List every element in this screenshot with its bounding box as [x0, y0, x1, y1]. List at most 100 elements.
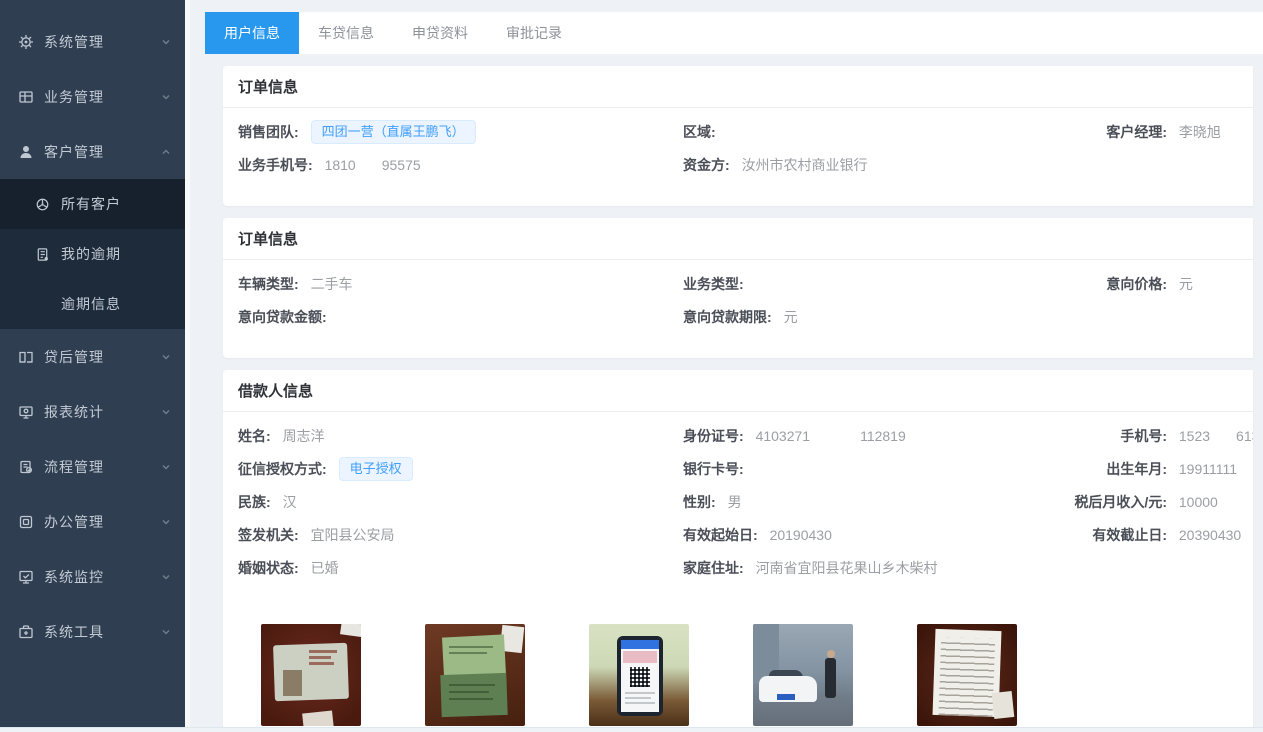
chevron-down-icon — [161, 34, 171, 50]
field-intended-loan-amount: 意向贷款金额: — [238, 301, 683, 334]
sidebar-item-customer-management[interactable]: 客户管理 — [0, 124, 185, 179]
grid-icon — [18, 89, 34, 105]
field-label: 意向价格: — [1071, 268, 1167, 301]
field-value: 汉 — [283, 494, 297, 510]
field-valid-until: 有效截止日: 20390430 — [1071, 519, 1253, 552]
sidebar-item-label: 客户管理 — [44, 142, 161, 162]
office-box-icon — [18, 514, 34, 530]
field-mobile-number: 手机号: 15236137 — [1071, 420, 1253, 453]
field-vehicle-type: 车辆类型: 二手车 — [238, 268, 683, 301]
field-value: 周志洋 — [283, 428, 325, 444]
field-credit-auth-method: 征信授权方式: 电子授权 — [238, 453, 683, 486]
user-icon — [18, 144, 34, 160]
sidebar-item-label: 系统工具 — [44, 622, 161, 642]
field-value: 20390430 — [1179, 527, 1241, 543]
sidebar-item-label: 报表统计 — [44, 402, 161, 422]
field-label: 业务手机号: — [238, 157, 313, 173]
sidebar-item-all-customers[interactable]: 所有客户 — [0, 179, 185, 229]
sidebar-item-system-management[interactable]: 系统管理 — [0, 14, 185, 69]
field-label: 意向贷款金额: — [238, 309, 327, 325]
field-value: 19911111 — [1179, 461, 1237, 477]
sidebar-item-overdue-info[interactable]: 逾期信息 — [0, 279, 185, 329]
field-value-redacted: 181095575 — [325, 157, 421, 173]
toolbox-icon — [18, 624, 34, 640]
field-label: 资金方: — [683, 157, 730, 173]
photo-item: 绿码信息 — [589, 624, 689, 727]
tab-loan-application-docs[interactable]: 申贷资料 — [393, 12, 487, 54]
field-home-address: 家庭住址: 河南省宜阳县花果山乡木柴村 — [683, 552, 1071, 585]
sidebar-item-system-tools[interactable]: 系统工具 — [0, 604, 185, 659]
field-label: 出生年月: — [1071, 453, 1167, 486]
field-label: 税后月收入/元: — [1071, 486, 1167, 519]
sidebar-item-system-monitor[interactable]: 系统监控 — [0, 549, 185, 604]
chevron-up-icon — [161, 144, 171, 160]
field-value: 男 — [728, 494, 742, 510]
tab-car-loan-info[interactable]: 车贷信息 — [299, 12, 393, 54]
field-label: 性别: — [683, 494, 716, 510]
field-birth-date: 出生年月: 19911111 — [1071, 453, 1253, 486]
field-label: 业务类型: — [683, 276, 744, 292]
card-body: 车辆类型: 二手车 业务类型: 意向价格: 元 意向贷款金额: 意向贷款期限: — [223, 260, 1253, 358]
field-label: 有效起始日: — [683, 527, 758, 543]
sidebar-item-report-statistics[interactable]: 报表统计 — [0, 384, 185, 439]
field-value: 20190430 — [770, 527, 832, 543]
field-value-redacted: 4103271112819 — [756, 428, 906, 444]
field-label: 有效截止日: — [1071, 519, 1167, 552]
gear-icon — [18, 34, 34, 50]
field-value: 元 — [1179, 276, 1193, 292]
tab-user-info[interactable]: 用户信息 — [205, 12, 299, 54]
person-car-photo[interactable] — [753, 624, 853, 726]
sidebar-item-postloan-management[interactable]: 贷后管理 — [0, 329, 185, 384]
chevron-down-icon — [161, 459, 171, 475]
field-ethnicity: 民族: 汉 — [238, 486, 683, 519]
credit-auth-tag[interactable]: 电子授权 — [339, 457, 413, 481]
sidebar-item-label: 所有客户 — [61, 194, 171, 214]
horizontal-scrollbar-track[interactable] — [0, 727, 1263, 732]
tab-approval-records[interactable]: 审批记录 — [487, 12, 581, 54]
borrower-photos: 身份证 驾驶证副页 — [223, 609, 1253, 727]
field-label: 销售团队: — [238, 124, 299, 140]
sidebar-item-my-overdue[interactable]: 我的逾期 — [0, 229, 185, 279]
field-value: 已婚 — [311, 560, 339, 576]
field-gender: 性别: 男 — [683, 486, 1071, 519]
field-label: 车辆类型: — [238, 276, 299, 292]
sales-team-tag[interactable]: 四团一营（直属王鹏飞） — [311, 120, 476, 144]
field-business-phone: 业务手机号: 181095575 — [238, 149, 683, 182]
field-business-type: 业务类型: — [683, 268, 1071, 301]
photo-item: 身份证 — [261, 624, 361, 727]
id-card-photo[interactable] — [261, 624, 361, 726]
field-label: 姓名: — [238, 428, 271, 444]
card-title: 订单信息 — [223, 66, 1253, 108]
field-value: 汝州市农村商业银行 — [742, 157, 868, 173]
order-info-card: 订单信息 销售团队: 四团一营（直属王鹏飞） 区域: 客户经理: 李晓旭 业务手… — [223, 66, 1253, 206]
field-region: 区域: — [683, 116, 1071, 149]
field-value: 宜阳县公安局 — [311, 527, 395, 543]
field-value: 10000 — [1179, 494, 1218, 510]
field-value: 二手车 — [311, 276, 353, 292]
sidebar-item-process-management[interactable]: 流程管理 — [0, 439, 185, 494]
driving-license-photo[interactable] — [425, 624, 525, 726]
field-value-redacted: 15236137 — [1179, 428, 1253, 444]
field-name: 姓名: 周志洋 — [238, 420, 683, 453]
sidebar-item-business-management[interactable]: 业务管理 — [0, 69, 185, 124]
field-marital-status: 婚姻状态: 已婚 — [238, 552, 683, 585]
chevron-down-icon — [161, 514, 171, 530]
sidebar-item-label: 系统管理 — [44, 32, 161, 52]
field-sales-team: 销售团队: 四团一营（直属王鹏飞） — [238, 116, 683, 149]
field-label: 身份证号: — [683, 428, 744, 444]
field-value: 李晓旭 — [1179, 124, 1221, 140]
chevron-down-icon — [161, 624, 171, 640]
redaction-patch — [356, 158, 382, 172]
field-label: 客户经理: — [1071, 116, 1167, 149]
card-title: 订单信息 — [223, 218, 1253, 260]
sidebar: 系统管理 业务管理 客户管理 所有客户 — [0, 0, 185, 727]
phone-qr-photo[interactable] — [589, 624, 689, 726]
monitor-check-icon — [18, 569, 34, 585]
chevron-down-icon — [161, 349, 171, 365]
sidebar-item-office-management[interactable]: 办公管理 — [0, 494, 185, 549]
chevron-down-icon — [161, 89, 171, 105]
document-photo[interactable] — [917, 624, 1017, 726]
order-detail-card: 订单信息 车辆类型: 二手车 业务类型: 意向价格: 元 意向贷款金额: — [223, 218, 1253, 358]
sidebar-item-label: 我的逾期 — [61, 244, 171, 264]
field-intended-price: 意向价格: 元 — [1071, 268, 1253, 301]
